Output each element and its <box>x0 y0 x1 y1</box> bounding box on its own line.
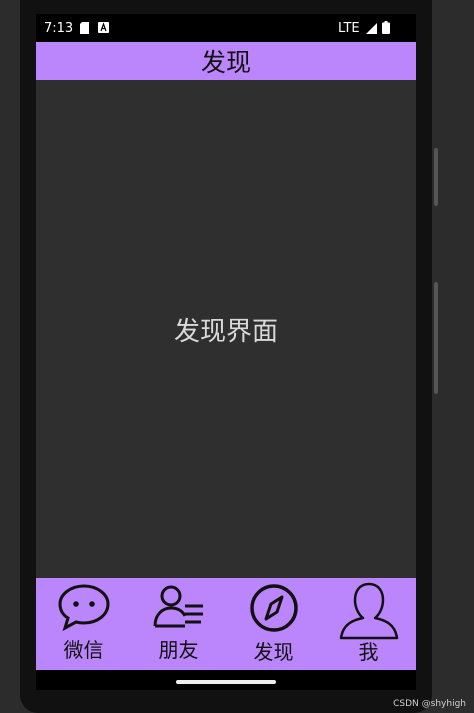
nav-label-friends: 朋友 <box>158 638 199 662</box>
content-text: 发现界面 <box>173 316 278 347</box>
device-screen: 7:13 LTE 发现 发现界面 微信 朋友 发现 我 <box>36 14 416 690</box>
watermark: CSDN @shyhigh <box>393 699 466 709</box>
main-content: 发现界面 <box>36 80 416 578</box>
signal-icon <box>366 23 377 38</box>
nav-label-wechat: 微信 <box>63 638 104 662</box>
nav-item-discover[interactable]: 发现 <box>226 578 321 670</box>
contacts-icon <box>151 582 207 632</box>
volume-button <box>434 148 438 206</box>
battery-icon <box>382 21 390 38</box>
nav-item-friends[interactable]: 朋友 <box>131 578 226 670</box>
nav-label-discover: 发现 <box>253 640 294 664</box>
compass-icon <box>246 582 302 634</box>
status-bar: 7:13 LTE <box>36 14 416 42</box>
power-button <box>434 282 438 394</box>
nav-label-me: 我 <box>358 640 379 664</box>
gesture-bar[interactable] <box>176 680 276 684</box>
network-type: LTE <box>338 21 360 36</box>
app-notification-icon <box>98 22 109 37</box>
bottom-navigation: 微信 朋友 发现 我 <box>36 578 416 670</box>
sim-card-icon <box>80 22 89 38</box>
nav-item-wechat[interactable]: 微信 <box>36 578 131 670</box>
person-icon <box>339 582 399 640</box>
status-time: 7:13 <box>44 21 74 36</box>
app-bar: 发现 <box>36 42 416 80</box>
page-title: 发现 <box>200 48 251 77</box>
chat-bubble-icon <box>56 582 112 632</box>
nav-item-me[interactable]: 我 <box>321 578 416 670</box>
